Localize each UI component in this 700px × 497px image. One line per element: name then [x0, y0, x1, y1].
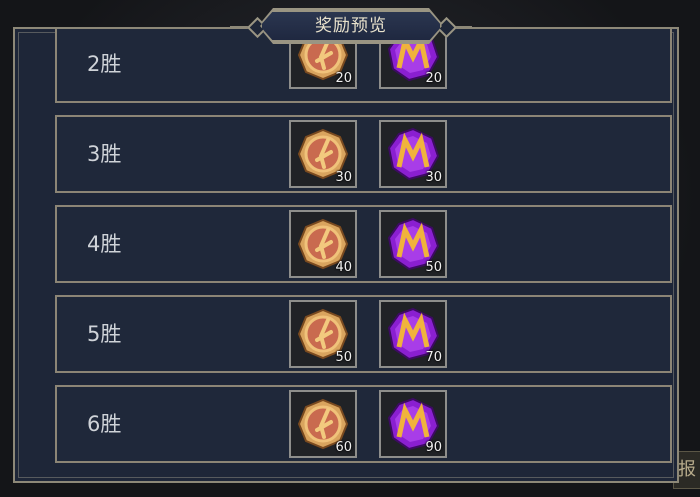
coin-reward-slot[interactable]: 50	[289, 300, 357, 368]
reward-row-4: 4胜 40 50	[55, 205, 672, 283]
reward-row-6: 6胜 60 90	[55, 385, 672, 463]
reward-row-5: 5胜 50 70	[55, 295, 672, 373]
gem-count: 30	[425, 170, 442, 185]
gem-reward-slot[interactable]: 90	[379, 390, 447, 458]
coin-count: 60	[335, 440, 352, 455]
row-label: 6胜	[87, 412, 122, 436]
coin-count: 30	[335, 170, 352, 185]
gem-count: 20	[425, 71, 442, 86]
row-label: 2胜	[87, 52, 122, 76]
dialog-title: 奖励预览	[315, 16, 387, 36]
gem-count: 90	[425, 440, 442, 455]
coin-count: 50	[335, 350, 352, 365]
gem-reward-slot[interactable]: 30	[379, 120, 447, 188]
row-label: 5胜	[87, 322, 122, 346]
coin-reward-slot[interactable]: 40	[289, 210, 357, 278]
coin-count: 20	[335, 71, 352, 86]
gem-reward-slot[interactable]: 70	[379, 300, 447, 368]
reward-preview-panel: 2胜 20 20 3胜 30 30 4胜 40 50 5胜 50 70 6胜 6…	[13, 27, 679, 483]
row-label: 4胜	[87, 232, 122, 256]
row-label: 3胜	[87, 142, 122, 166]
gem-count: 50	[425, 260, 442, 275]
reward-row-3: 3胜 30 30	[55, 115, 672, 193]
coin-count: 40	[335, 260, 352, 275]
gem-count: 70	[425, 350, 442, 365]
coin-reward-slot[interactable]: 60	[289, 390, 357, 458]
gem-reward-slot[interactable]: 50	[379, 210, 447, 278]
coin-reward-slot[interactable]: 30	[289, 120, 357, 188]
